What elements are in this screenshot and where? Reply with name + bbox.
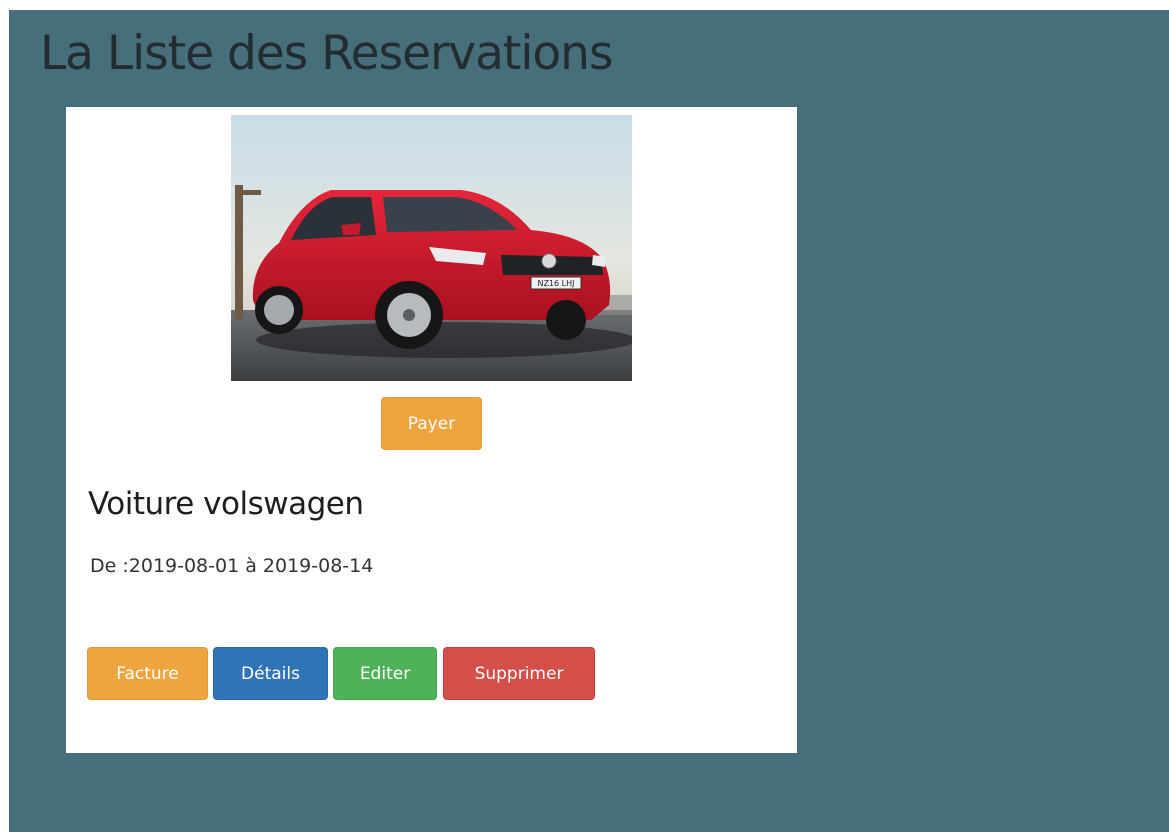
license-plate: NZ16 LHJ (537, 279, 574, 288)
reservation-card: NZ16 LHJ Payer Voiture volswagen De :201… (66, 107, 797, 753)
edit-button[interactable]: Editer (333, 647, 437, 700)
invoice-button[interactable]: Facture (87, 647, 208, 700)
car-title: Voiture volswagen (88, 486, 364, 522)
page-title: La Liste des Reservations (40, 26, 613, 81)
details-button[interactable]: Détails (213, 647, 328, 700)
delete-button[interactable]: Supprimer (443, 647, 595, 700)
car-image: NZ16 LHJ (231, 115, 632, 381)
reservation-dates: De :2019-08-01 à 2019-08-14 (90, 555, 374, 577)
page-background: La Liste des Reservations NZ16 LHJ Payer… (9, 10, 1169, 832)
pay-button[interactable]: Payer (381, 397, 482, 450)
